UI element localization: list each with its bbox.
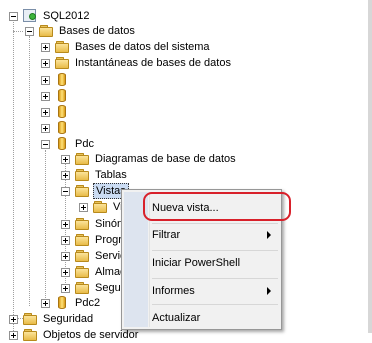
- diagrams-label: Diagramas de base de datos: [95, 153, 236, 165]
- menu-item-filter[interactable]: Filtrar: [152, 225, 278, 245]
- tree-node-security-inner[interactable]: Segur: [61, 280, 126, 296]
- tree-node-pdc[interactable]: Pdc: [41, 136, 96, 152]
- expand-icon[interactable]: [79, 202, 88, 212]
- menu-separator: [152, 250, 278, 251]
- expand-icon[interactable]: [61, 219, 70, 229]
- tree-node-database[interactable]: [41, 120, 73, 136]
- menu-separator: [152, 278, 278, 279]
- tree-node-tables[interactable]: Tablas: [61, 167, 129, 183]
- database-icon: [55, 89, 69, 103]
- menu-item-refresh[interactable]: Actualizar: [152, 308, 278, 328]
- menu-separator: [152, 223, 278, 224]
- expand-icon[interactable]: [61, 283, 70, 293]
- programmability-label: Progr: [95, 234, 122, 246]
- folder-icon: [55, 56, 69, 70]
- expand-icon[interactable]: [61, 235, 70, 245]
- tables-label: Tablas: [95, 169, 127, 181]
- submenu-arrow-icon: [267, 287, 271, 295]
- tree-node-diagrams[interactable]: Diagramas de base de datos: [61, 151, 238, 167]
- expand-icon[interactable]: [41, 107, 50, 117]
- database-icon: [55, 121, 69, 135]
- server-icon: [23, 9, 37, 23]
- expand-icon[interactable]: [61, 267, 70, 277]
- databases-label: Bases de datos: [59, 25, 135, 37]
- tree-node-storage[interactable]: Almac: [61, 264, 128, 280]
- folder-icon: [23, 312, 37, 326]
- expand-icon[interactable]: [9, 314, 18, 324]
- expand-icon[interactable]: [61, 154, 70, 164]
- folder-icon: [75, 281, 89, 295]
- tree-node-system-databases[interactable]: Bases de datos del sistema: [41, 39, 212, 55]
- folder-icon: [93, 200, 107, 214]
- menu-item-reports[interactable]: Informes: [152, 281, 278, 301]
- system-databases-label: Bases de datos del sistema: [75, 41, 210, 53]
- folder-icon: [75, 152, 89, 166]
- tree-line: [45, 150, 46, 300]
- folder-icon: [23, 328, 37, 342]
- database-icon: [55, 73, 69, 87]
- tree-node-databases[interactable]: Bases de datos: [25, 23, 137, 39]
- window-edge: [368, 0, 372, 333]
- tree-node-server[interactable]: SQL2012: [9, 8, 91, 24]
- tree-node-database[interactable]: [41, 104, 73, 120]
- database-icon: [55, 137, 69, 151]
- tree-line: [29, 36, 30, 306]
- pdc-label: Pdc: [75, 138, 94, 150]
- pdc2-label: Pdc2: [75, 297, 101, 309]
- tree-line: [13, 20, 14, 333]
- highlight-annotation: [143, 192, 291, 221]
- expand-icon[interactable]: [41, 58, 50, 68]
- tree-node-snapshots[interactable]: Instantáneas de bases de datos: [41, 55, 233, 71]
- expand-icon[interactable]: [41, 75, 50, 85]
- menu-item-label: Filtrar: [152, 229, 181, 241]
- menu-item-start-powershell[interactable]: Iniciar PowerShell: [152, 253, 278, 273]
- folder-icon: [55, 40, 69, 54]
- expand-icon[interactable]: [9, 330, 18, 340]
- snapshots-label: Instantáneas de bases de datos: [75, 57, 231, 69]
- tree-node-pdc2[interactable]: Pdc2: [41, 295, 102, 311]
- submenu-arrow-icon: [267, 231, 271, 239]
- expand-icon[interactable]: [41, 123, 50, 133]
- folder-icon: [75, 184, 89, 198]
- menu-separator: [152, 304, 278, 305]
- expand-icon[interactable]: [41, 298, 50, 308]
- tree-node-security[interactable]: Seguridad: [9, 311, 95, 327]
- collapse-icon[interactable]: [9, 11, 18, 21]
- folder-icon: [75, 168, 89, 182]
- folder-icon: [39, 24, 53, 38]
- server-label: SQL2012: [43, 10, 90, 22]
- menu-item-label: Informes: [152, 285, 195, 297]
- tree-node-synonyms[interactable]: Sinón: [61, 216, 125, 232]
- expand-icon[interactable]: [41, 91, 50, 101]
- expand-icon[interactable]: [61, 170, 70, 180]
- security-label: Seguridad: [43, 313, 94, 325]
- expand-icon[interactable]: [41, 42, 50, 52]
- database-icon: [55, 296, 69, 310]
- menu-item-label: Iniciar PowerShell: [152, 257, 241, 269]
- folder-icon: [75, 233, 89, 247]
- folder-icon: [75, 265, 89, 279]
- expand-icon[interactable]: [61, 251, 70, 261]
- tree-node-programmability[interactable]: Progr: [61, 232, 124, 248]
- tree-node-service[interactable]: Servic: [61, 248, 128, 264]
- collapse-icon[interactable]: [25, 26, 34, 36]
- folder-icon: [75, 249, 89, 263]
- database-icon: [55, 105, 69, 119]
- folder-icon: [75, 217, 89, 231]
- tree-node-database[interactable]: [41, 88, 73, 104]
- tree-node-views[interactable]: Vistas: [61, 183, 129, 199]
- collapse-icon[interactable]: [61, 186, 70, 196]
- tree-node-database[interactable]: [41, 72, 73, 88]
- tree-line: [13, 31, 23, 32]
- menu-item-label: Actualizar: [152, 312, 201, 324]
- tree-node-views-child[interactable]: Vi: [79, 199, 125, 215]
- collapse-icon[interactable]: [41, 139, 50, 149]
- server-objects-label: Objetos de servidor: [43, 329, 139, 341]
